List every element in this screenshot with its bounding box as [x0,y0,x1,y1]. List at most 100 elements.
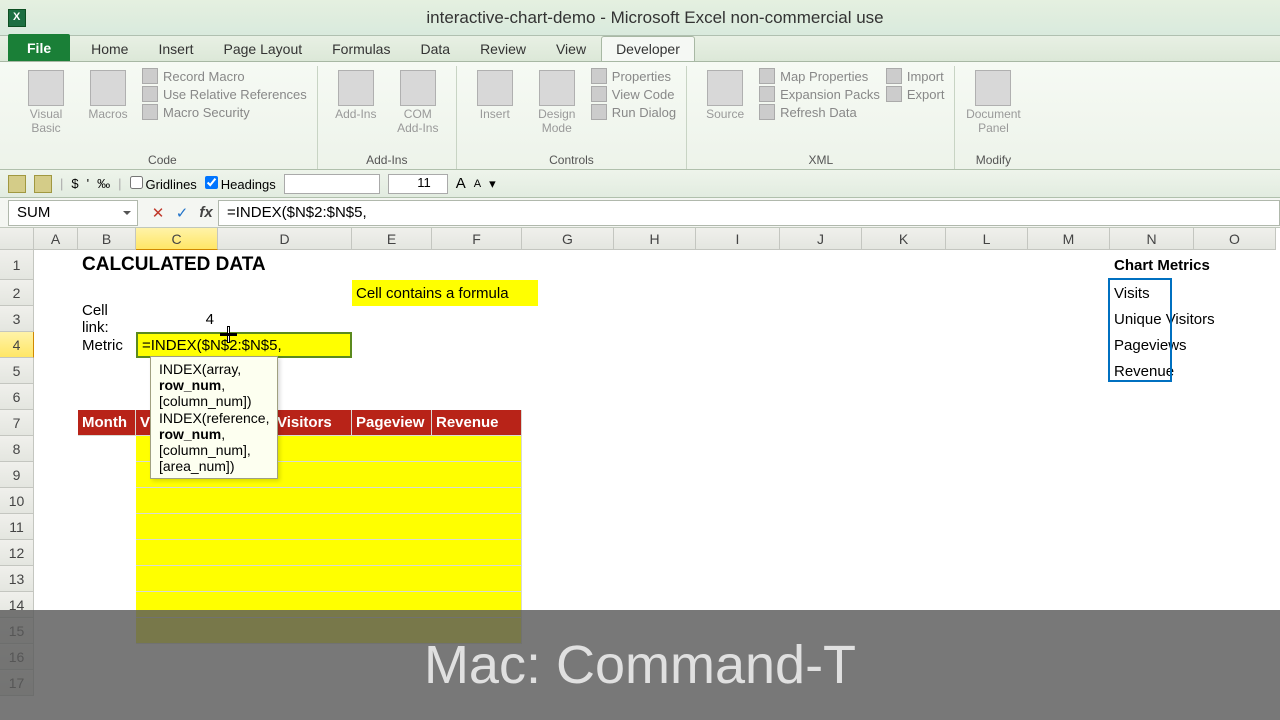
yellow-block-row-11[interactable] [136,514,522,540]
import-button[interactable]: Import [886,68,945,84]
cancel-icon[interactable]: ✕ [148,203,168,223]
name-box[interactable]: SUM [8,200,138,226]
editing-cell[interactable]: =INDEX($N$2:$N$5, [136,332,352,358]
document-panel-button[interactable]: DocumentPanel [965,66,1021,136]
yellow-block-row-13[interactable] [136,566,522,592]
properties-button[interactable]: Properties [591,68,676,84]
group-code: VisualBasic Macros Record Macro Use Relat… [8,66,318,169]
tab-insert[interactable]: Insert [143,36,208,61]
use-relative-references-button[interactable]: Use Relative References [142,86,307,102]
cell-F7[interactable]: Revenue [432,410,522,436]
toolbar-icon-2[interactable] [34,175,52,193]
cell-B3[interactable]: Cell link: [78,306,136,332]
col-header-K[interactable]: K [862,228,946,250]
col-header-E[interactable]: E [352,228,432,250]
row-header-13[interactable]: 13 [0,566,34,592]
col-header-C[interactable]: C [136,228,218,250]
yellow-block-row-10[interactable] [136,488,522,514]
row-header-6[interactable]: 6 [0,384,34,410]
row-header-5[interactable]: 5 [0,358,34,384]
excel-icon [8,9,26,27]
col-header-N[interactable]: N [1110,228,1194,250]
tab-home[interactable]: Home [76,36,143,61]
tab-formulas[interactable]: Formulas [317,36,405,61]
cell-N4[interactable]: Pageviews [1110,332,1240,358]
row-header-10[interactable]: 10 [0,488,34,514]
group-controls: Insert DesignMode Properties View Code Run… [457,66,687,169]
cursor-icon [220,326,237,343]
run-dialog-button[interactable]: Run Dialog [591,104,676,120]
window-title: interactive-chart-demo - Microsoft Excel… [38,8,1272,28]
row-header-9[interactable]: 9 [0,462,34,488]
col-header-L[interactable]: L [946,228,1028,250]
design-mode-button[interactable]: DesignMode [529,66,585,136]
row-header-8[interactable]: 8 [0,436,34,462]
group-modify: DocumentPanel Modify [955,66,1031,169]
cell-C3[interactable]: 4 [136,306,218,332]
fx-icon[interactable]: fx [196,203,216,223]
cell-B4[interactable]: Metric [78,332,136,358]
row-header-11[interactable]: 11 [0,514,34,540]
col-header-I[interactable]: I [696,228,780,250]
map-properties-button[interactable]: Map Properties [759,68,880,84]
ribbon: VisualBasic Macros Record Macro Use Relat… [0,62,1280,170]
tab-data[interactable]: Data [405,36,465,61]
col-header-M[interactable]: M [1028,228,1110,250]
row-header-7[interactable]: 7 [0,410,34,436]
tab-file[interactable]: File [8,34,70,61]
col-header-F[interactable]: F [432,228,522,250]
row-header-12[interactable]: 12 [0,540,34,566]
col-header-O[interactable]: O [1194,228,1276,250]
insert-control-button[interactable]: Insert [467,66,523,122]
formula-bar: SUM ✕ ✓ fx =INDEX($N$2:$N$5, [0,198,1280,228]
col-header-H[interactable]: H [614,228,696,250]
xml-source-button[interactable]: Source [697,66,753,122]
col-header-G[interactable]: G [522,228,614,250]
caption-overlay: Mac: Command-T [0,610,1280,720]
cell-N2[interactable]: Visits [1110,280,1240,306]
cell-E7[interactable]: Pageview [352,410,432,436]
cell-E2[interactable]: Cell contains a formula [352,280,538,306]
row-header-2[interactable]: 2 [0,280,34,306]
titlebar: interactive-chart-demo - Microsoft Excel… [0,0,1280,36]
export-button[interactable]: Export [886,86,945,102]
col-header-B[interactable]: B [78,228,136,250]
headings-toggle[interactable]: Headings [205,176,276,192]
col-header-J[interactable]: J [780,228,862,250]
com-addins-button[interactable]: COMAdd-Ins [390,66,446,136]
confirm-icon[interactable]: ✓ [172,203,192,223]
tab-review[interactable]: Review [465,36,541,61]
expansion-packs-button[interactable]: Expansion Packs [759,86,880,102]
macros-button[interactable]: Macros [80,66,136,122]
group-xml: Source Map Properties Expansion Packs Refr… [687,66,955,169]
col-header-D[interactable]: D [218,228,352,250]
col-header-A[interactable]: A [34,228,78,250]
row-header-3[interactable]: 3 [0,306,34,332]
cell-N3[interactable]: Unique Visitors [1110,306,1240,332]
view-code-button[interactable]: View Code [591,86,676,102]
ribbon-tabs: File HomeInsertPage LayoutFormulasDataRe… [0,36,1280,62]
gridlines-toggle[interactable]: Gridlines [130,176,197,192]
cell-N1[interactable]: Chart Metrics [1110,250,1240,280]
row-header-1[interactable]: 1 [0,250,34,280]
font-combo[interactable] [284,174,380,194]
macro-security-button[interactable]: Macro Security [142,104,307,120]
record-macro-button[interactable]: Record Macro [142,68,307,84]
select-all-corner[interactable] [0,228,34,250]
cell-N5[interactable]: Revenue [1110,358,1240,384]
tab-developer[interactable]: Developer [601,36,695,61]
cell-B7[interactable]: Month [78,410,136,436]
visual-basic-button[interactable]: VisualBasic [18,66,74,136]
formula-input[interactable]: =INDEX($N$2:$N$5, [218,200,1280,226]
cell-B1[interactable]: CALCULATED DATA [78,250,378,280]
addins-button[interactable]: Add-Ins [328,66,384,122]
toolbar-icon-1[interactable] [8,175,26,193]
quick-toolbar: | $ ' ‰ | Gridlines Headings 11 A A ▾ [0,170,1280,198]
tab-page-layout[interactable]: Page Layout [209,36,318,61]
fontsize-combo[interactable]: 11 [388,174,448,194]
row-header-4[interactable]: 4 [0,332,34,358]
group-addins: Add-Ins COMAdd-Ins Add-Ins [318,66,457,169]
tab-view[interactable]: View [541,36,601,61]
yellow-block-row-12[interactable] [136,540,522,566]
refresh-data-button[interactable]: Refresh Data [759,104,880,120]
